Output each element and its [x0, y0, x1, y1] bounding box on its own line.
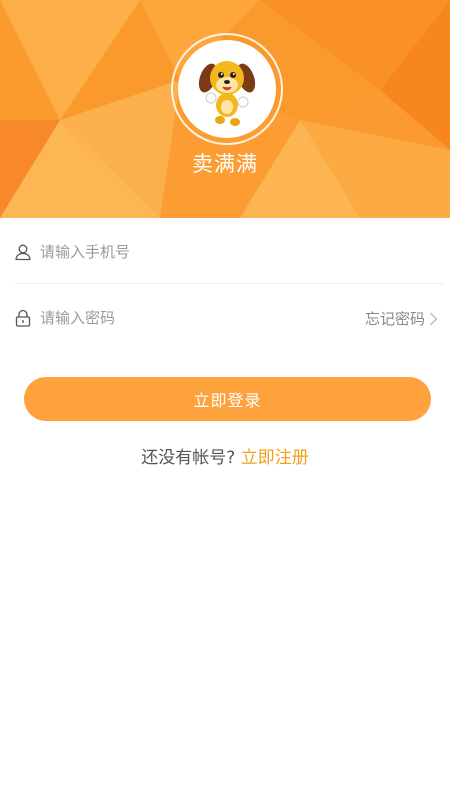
forgot-password-label: 忘记密码	[364, 310, 425, 328]
chevron-right-icon	[430, 312, 438, 325]
register-line: 还没有帐号? 立即注册	[0, 443, 450, 468]
user-icon	[15, 244, 31, 261]
forgot-password-link[interactable]: 忘记密码	[365, 308, 438, 329]
register-prompt: 还没有帐号?	[141, 448, 236, 468]
app-name: 卖满满	[192, 152, 258, 176]
password-field-row: 忘记密码	[0, 285, 450, 351]
register-link[interactable]: 立即注册	[241, 448, 309, 468]
phone-field-row	[0, 219, 450, 285]
dog-mascot-icon	[198, 61, 256, 126]
password-input[interactable]	[40, 301, 320, 335]
header-banner: 卖满满	[0, 0, 450, 218]
login-button[interactable]: 立即登录	[24, 377, 431, 421]
field-divider	[14, 283, 444, 284]
phone-input[interactable]	[40, 235, 340, 269]
lock-icon	[15, 309, 31, 327]
avatar	[178, 40, 276, 138]
